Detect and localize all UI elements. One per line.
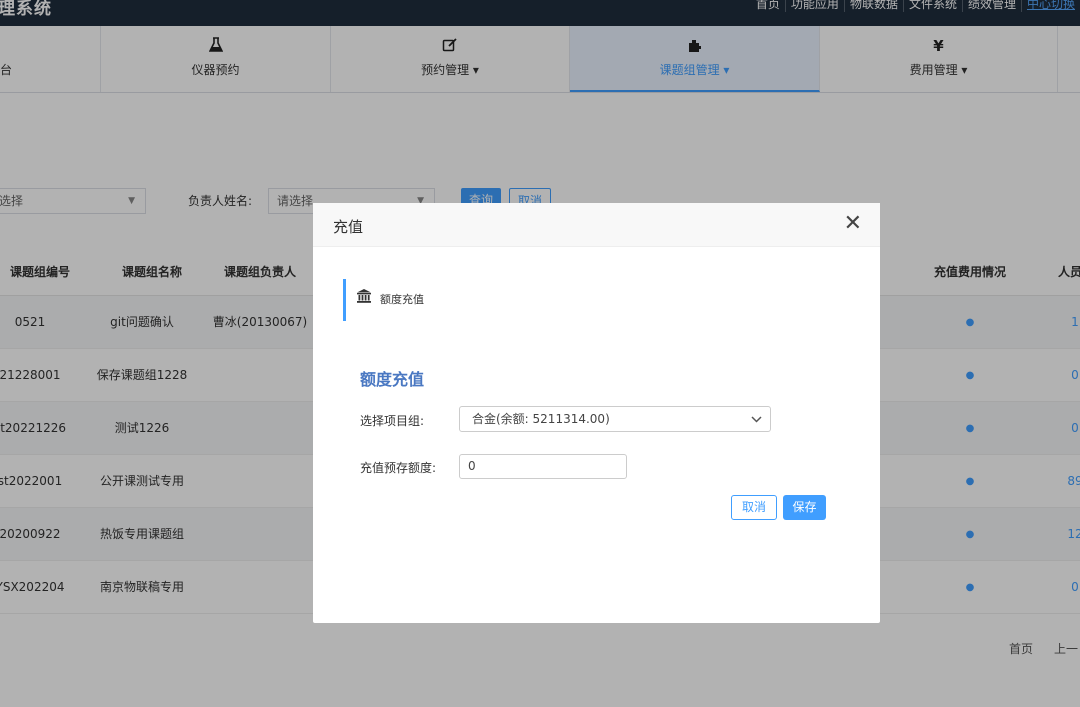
save-button[interactable]: 保存: [783, 495, 826, 520]
group-select-label: 选择项目组:: [360, 414, 425, 428]
chevron-down-icon: [751, 407, 762, 440]
amount-label: 充值预存额度:: [360, 461, 437, 475]
panel-title: 额度充值: [380, 293, 424, 306]
cancel-button[interactable]: 取消: [731, 495, 777, 520]
panel-accent-bar: [343, 279, 346, 321]
group-select-value: 合金(余额: 5211314.00): [472, 412, 610, 426]
bank-icon: [356, 288, 372, 304]
recharge-dialog: 充值 ✕ 额度充值 额度充值 选择项目组: 合金(余额: 5211314.00)…: [313, 203, 880, 623]
group-select[interactable]: 合金(余额: 5211314.00): [459, 406, 771, 432]
section-title: 额度充值: [360, 370, 425, 389]
amount-input[interactable]: 0: [459, 454, 627, 479]
dialog-title: 充值: [333, 218, 364, 236]
dialog-header: 充值 ✕: [313, 203, 880, 247]
close-icon[interactable]: ✕: [844, 212, 862, 236]
